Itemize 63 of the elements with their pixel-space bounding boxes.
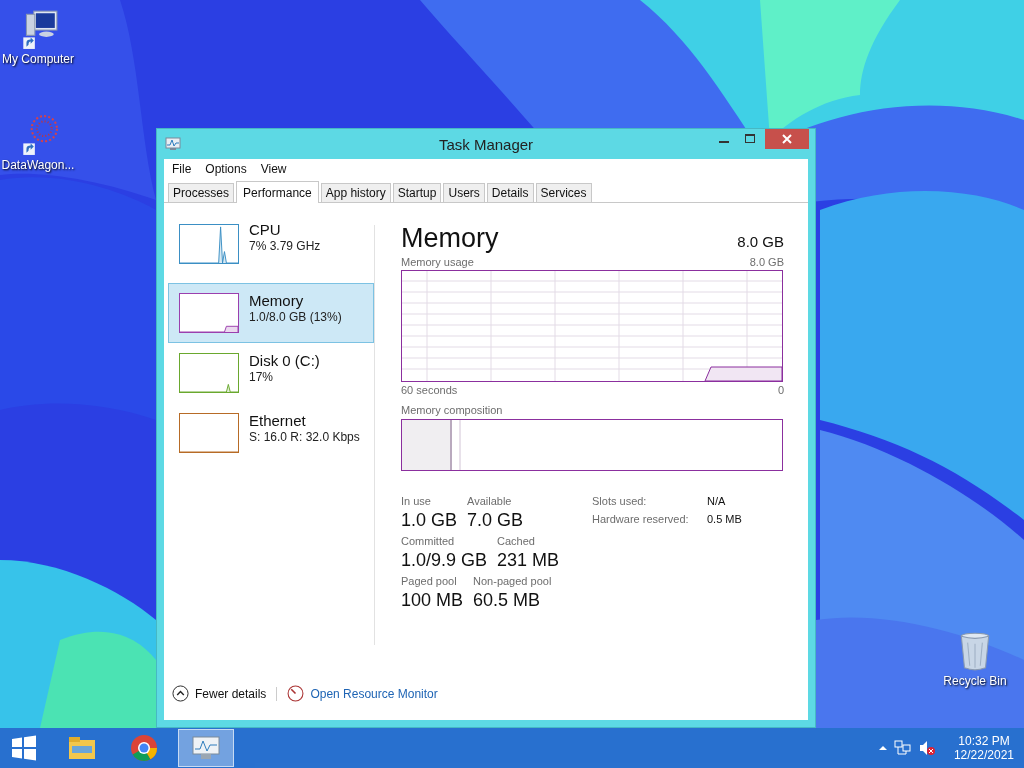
start-button[interactable]	[10, 734, 38, 762]
stat-label: Available	[467, 495, 513, 507]
collapse-icon[interactable]	[172, 685, 189, 702]
app-icon	[165, 136, 181, 152]
time-span-label: 60 seconds	[401, 384, 458, 396]
window-title: Task Manager	[438, 135, 534, 153]
panel-title: Memory	[401, 223, 499, 254]
stat-value: 100 MB	[401, 590, 464, 611]
network-icon[interactable]	[893, 739, 912, 757]
resource-name: Disk 0 (C:)	[249, 352, 320, 369]
stat-label: Hardware reserved:	[592, 513, 690, 525]
menu-item[interactable]: Options	[205, 162, 247, 176]
stat-value: 231 MB	[497, 550, 560, 571]
chart-label: Memory usage	[401, 256, 474, 268]
resource-name: CPU	[249, 221, 282, 238]
tab[interactable]: Performance	[236, 181, 319, 203]
resource-monitor-link[interactable]: Open Resource Monitor	[310, 686, 438, 701]
stat-value: 60.5 MB	[473, 590, 542, 611]
resource-name: Ethernet	[249, 412, 307, 429]
resource-item[interactable]: CPU 7% 3.79 GHz	[168, 223, 374, 283]
chart-label: Memory composition	[401, 404, 503, 416]
show-hidden-icons-icon[interactable]	[877, 743, 888, 753]
resource-item[interactable]: Memory 1.0/8.0 GB (13%)	[168, 283, 374, 343]
resource-item[interactable]: Ethernet S: 16.0 R: 32.0 Kbps	[168, 403, 374, 463]
desktop-icon-label[interactable]: Recycle Bin	[943, 674, 1007, 688]
resource-detail: 1.0/8.0 GB (13%)	[249, 310, 342, 324]
close-button[interactable]	[765, 129, 809, 149]
menu-item[interactable]: File	[172, 162, 192, 176]
clock-date[interactable]: 12/22/2021	[953, 748, 1014, 762]
muted-speaker-icon[interactable]	[917, 739, 936, 757]
gauge-icon	[287, 685, 305, 702]
resource-detail: 17%	[249, 370, 275, 384]
desktop-icon-label[interactable]: My Computer	[2, 52, 74, 66]
stat-label: Paged pool	[401, 575, 458, 587]
chart-max-label: 8.0 GB	[749, 256, 784, 268]
browser-icon	[128, 732, 160, 764]
stat-value: 0.5 MB	[707, 513, 742, 525]
menu-item[interactable]: View	[260, 162, 287, 176]
tab[interactable]: Startup	[392, 183, 442, 202]
clock-time[interactable]: 10:32 PM	[958, 734, 1010, 748]
stat-value: 7.0 GB	[467, 510, 524, 531]
resource-item[interactable]: Disk 0 (C:) 17%	[168, 343, 374, 403]
time-end-label: 0	[777, 384, 784, 396]
tab[interactable]: Users	[443, 183, 485, 202]
tab[interactable]: Details	[486, 183, 534, 202]
resource-detail: 7% 3.79 GHz	[249, 239, 321, 253]
total-memory: 8.0 GB	[737, 233, 784, 250]
resource-detail: S: 16.0 R: 32.0 Kbps	[249, 430, 360, 444]
stat-value: N/A	[707, 495, 727, 507]
stat-value: 1.0/9.9 GB	[401, 550, 488, 571]
resource-name: Memory	[249, 292, 305, 309]
stat-label: In use	[401, 495, 432, 507]
desktop-icon-label[interactable]: DataWagon...	[1, 158, 75, 172]
tab[interactable]: Services	[535, 183, 592, 202]
stat-label: Slots used:	[592, 495, 648, 507]
tab[interactable]: Processes	[168, 183, 235, 202]
stat-label: Committed	[401, 535, 456, 547]
fewer-details-link[interactable]: Fewer details	[195, 686, 267, 701]
stat-label: Non-paged pool	[473, 575, 552, 587]
tab[interactable]: App history	[320, 183, 391, 202]
stat-label: Cached	[497, 535, 536, 547]
stat-value: 1.0 GB	[401, 510, 458, 531]
app-button[interactable]	[178, 729, 234, 767]
